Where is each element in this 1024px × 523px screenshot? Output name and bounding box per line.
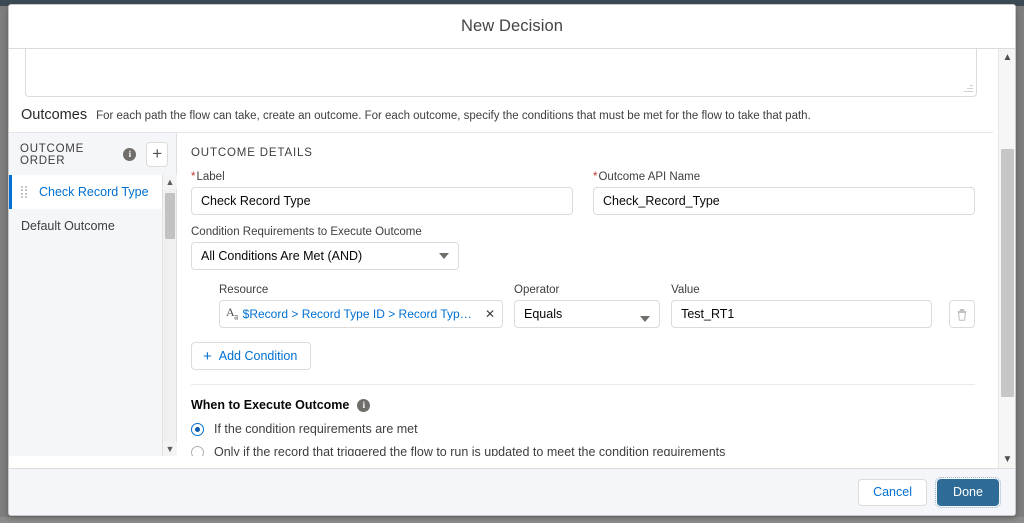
outcome-list-item-default-outcome[interactable]: Default Outcome	[9, 209, 176, 243]
outcomes-heading: Outcomes	[21, 107, 88, 123]
outcome-details-panel: OUTCOME DETAILS *Label *Outcome API Name	[177, 133, 993, 456]
resource-label: Resource	[219, 284, 269, 296]
bottom-backdrop-bar	[0, 517, 1024, 523]
done-button[interactable]: Done	[935, 476, 1001, 508]
outcome-api-name-input[interactable]	[593, 187, 975, 215]
scroll-down-icon[interactable]: ▼	[999, 451, 1015, 468]
outcome-list-item-label: Default Outcome	[21, 219, 115, 233]
operator-label: Operator	[514, 284, 560, 296]
add-condition-label: Add Condition	[218, 349, 298, 363]
modal-body-scrollbar[interactable]: ▲ ▼	[998, 49, 1015, 468]
outcome-order-list: Check Record Type Default Outcome ▲ ▼	[9, 175, 177, 456]
operator-field-group: Operator Equals	[514, 284, 661, 328]
outcome-list-item-label: Check Record Type	[39, 185, 149, 199]
operator-select[interactable]: Equals	[514, 300, 661, 328]
delete-condition-button[interactable]	[949, 300, 975, 328]
outcome-list-item-check-record-type[interactable]: Check Record Type	[9, 175, 176, 209]
drag-handle-icon[interactable]	[21, 185, 28, 199]
condition-row: Resource Aa $Record > Record Type ID > R…	[191, 284, 975, 328]
required-marker: *	[191, 171, 196, 183]
label-field-label: *Label	[191, 171, 573, 183]
label-and-api-row: *Label *Outcome API Name	[191, 171, 975, 215]
radio-option-label: Only if the record that triggered the fl…	[214, 445, 726, 456]
scroll-down-icon[interactable]: ▼	[163, 442, 177, 456]
trash-icon	[957, 308, 967, 321]
radio-option-record-updated[interactable]: Only if the record that triggered the fl…	[191, 445, 975, 456]
condition-value-input[interactable]	[671, 300, 933, 328]
new-decision-modal: New Decision Outcomes For each path the …	[8, 4, 1016, 516]
outcome-order-scrollbar[interactable]: ▲ ▼	[162, 175, 177, 456]
outcome-order-header: OUTCOME ORDER i +	[9, 133, 176, 175]
scroll-up-icon[interactable]: ▲	[163, 175, 177, 189]
scrollbar-thumb[interactable]	[1001, 149, 1014, 397]
api-name-field-label: *Outcome API Name	[593, 171, 975, 183]
description-field-wrapper	[9, 49, 993, 97]
chevron-down-icon	[640, 316, 651, 322]
resource-value: $Record > Record Type ID > Record Type N…	[242, 307, 478, 321]
radio-option-condition-met[interactable]: If the condition requirements are met	[191, 422, 975, 436]
modal-header: New Decision	[9, 5, 1015, 49]
condition-requirements-group: Condition Requirements to Execute Outcom…	[191, 226, 975, 270]
radio-option-label: If the condition requirements are met	[214, 422, 418, 436]
api-name-field-group: *Outcome API Name	[593, 171, 975, 215]
page-root: New Decision Outcomes For each path the …	[0, 0, 1024, 523]
radio-button-selected[interactable]	[191, 422, 204, 436]
scroll-up-icon[interactable]: ▲	[999, 49, 1015, 66]
when-to-execute-label: When to Execute Outcome	[191, 398, 350, 412]
outcome-details-title: OUTCOME DETAILS	[191, 147, 313, 159]
page-title: New Decision	[460, 17, 564, 35]
text-variable-icon: Aa	[226, 304, 238, 322]
description-textarea[interactable]	[25, 49, 977, 97]
outcome-panes: OUTCOME ORDER i + Check Record Type Defa…	[9, 132, 993, 456]
condition-requirements-select-wrap: All Conditions Are Met (AND)	[191, 242, 459, 270]
condition-requirements-label: Condition Requirements to Execute Outcom…	[191, 226, 422, 238]
cancel-button[interactable]: Cancel	[858, 478, 927, 506]
close-icon[interactable]: ✕	[483, 307, 497, 321]
label-field-label-text: Label	[196, 171, 225, 183]
resource-combobox[interactable]: Aa $Record > Record Type ID > Record Typ…	[219, 300, 503, 328]
chevron-down-icon	[439, 253, 449, 259]
label-input[interactable]	[191, 187, 573, 215]
value-label: Value	[671, 284, 700, 296]
outcomes-section-header: Outcomes For each path the flow can take…	[9, 97, 993, 132]
info-icon[interactable]: i	[123, 148, 137, 161]
resource-field-group: Resource Aa $Record > Record Type ID > R…	[219, 284, 503, 328]
api-name-field-label-text: Outcome API Name	[598, 171, 701, 183]
outcomes-help-text: For each path the flow can take, create …	[96, 110, 811, 122]
section-divider	[191, 384, 975, 385]
add-outcome-button[interactable]: +	[146, 142, 168, 167]
resize-grip-icon[interactable]	[962, 82, 974, 94]
outcome-order-panel: OUTCOME ORDER i + Check Record Type Defa…	[9, 133, 177, 456]
when-to-execute-radio-group: If the condition requirements are met On…	[191, 422, 975, 456]
modal-footer: Cancel Done	[9, 468, 1015, 515]
plus-icon: +	[152, 144, 163, 163]
label-field-group: *Label	[191, 171, 573, 215]
required-marker: *	[593, 171, 598, 183]
modal-body: Outcomes For each path the flow can take…	[9, 49, 1015, 468]
scrollbar-thumb[interactable]	[165, 193, 175, 239]
outcome-order-title: OUTCOME ORDER	[20, 142, 85, 167]
info-icon[interactable]: i	[357, 398, 371, 412]
condition-requirements-select[interactable]: All Conditions Are Met (AND)	[191, 242, 459, 270]
add-condition-button[interactable]: + Add Condition	[191, 342, 312, 370]
radio-button-unselected[interactable]	[191, 445, 204, 456]
when-to-execute-title: When to Execute Outcome i	[191, 398, 975, 412]
value-field-group: Value	[671, 284, 933, 328]
